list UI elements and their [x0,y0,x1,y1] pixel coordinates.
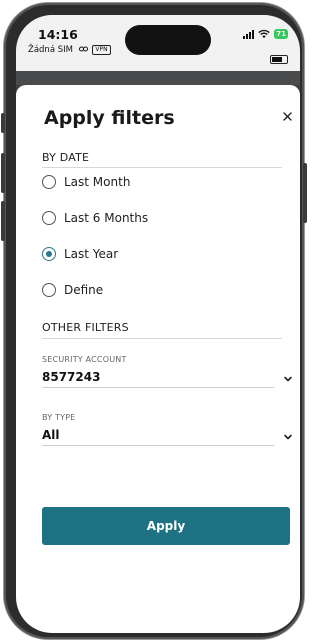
dynamic-island [125,25,211,55]
carrier-info: Žádná SIM VPN [28,45,111,55]
mute-switch [1,113,5,133]
other-filters-heading: OTHER FILTERS [42,321,129,334]
security-account-underline [42,387,274,388]
filter-sheet: Apply filters BY DATE Last Month Last 6 … [16,85,300,633]
radio-last-month[interactable]: Last Month [42,175,130,189]
screen: 14:16 Žádná SIM VPN 71 Apply filters BY … [16,15,300,633]
system-indicators: 71 [243,29,288,39]
radio-label: Last Month [64,175,131,189]
other-filters-divider [42,338,282,339]
backdrop [16,71,300,85]
battery-icon: 71 [274,29,288,39]
status-bar: 14:16 Žádná SIM VPN 71 [16,15,300,71]
close-button[interactable] [278,107,296,125]
link-icon [78,45,88,55]
chevron-down-icon[interactable] [282,373,294,385]
security-account-label: SECURITY ACCOUNT [42,355,127,364]
close-icon [282,111,292,121]
radio-icon [42,175,56,189]
carrier-name: Žádná SIM [28,45,73,55]
signal-icon [243,29,255,39]
by-date-divider [42,167,282,168]
radio-label: Define [64,283,104,297]
radio-label: Last Year [64,247,119,261]
phone-frame: 14:16 Žádná SIM VPN 71 Apply filters BY … [1,3,307,639]
volume-down-button [1,201,5,241]
vpn-badge: VPN [92,45,111,55]
radio-label: Last 6 Months [64,211,149,225]
by-type-label: BY TYPE [42,413,76,422]
radio-selected-icon [42,247,56,261]
chevron-down-icon[interactable] [282,431,294,443]
by-type-value[interactable]: All [42,428,60,442]
radio-icon [42,283,56,297]
apply-button[interactable]: Apply [42,507,290,545]
radio-define[interactable]: Define [42,283,103,297]
wifi-icon [258,29,270,38]
by-type-underline [42,445,274,446]
radio-last-year[interactable]: Last Year [42,247,118,261]
by-date-heading: BY DATE [42,151,90,164]
radio-icon [42,211,56,225]
status-time: 14:16 [38,27,78,42]
battery-level-icon [270,55,288,64]
volume-up-button [1,153,5,193]
radio-last-6-months[interactable]: Last 6 Months [42,211,148,225]
sheet-title: Apply filters [44,107,175,129]
power-button [303,163,307,223]
security-account-value[interactable]: 8577243 [42,370,100,384]
